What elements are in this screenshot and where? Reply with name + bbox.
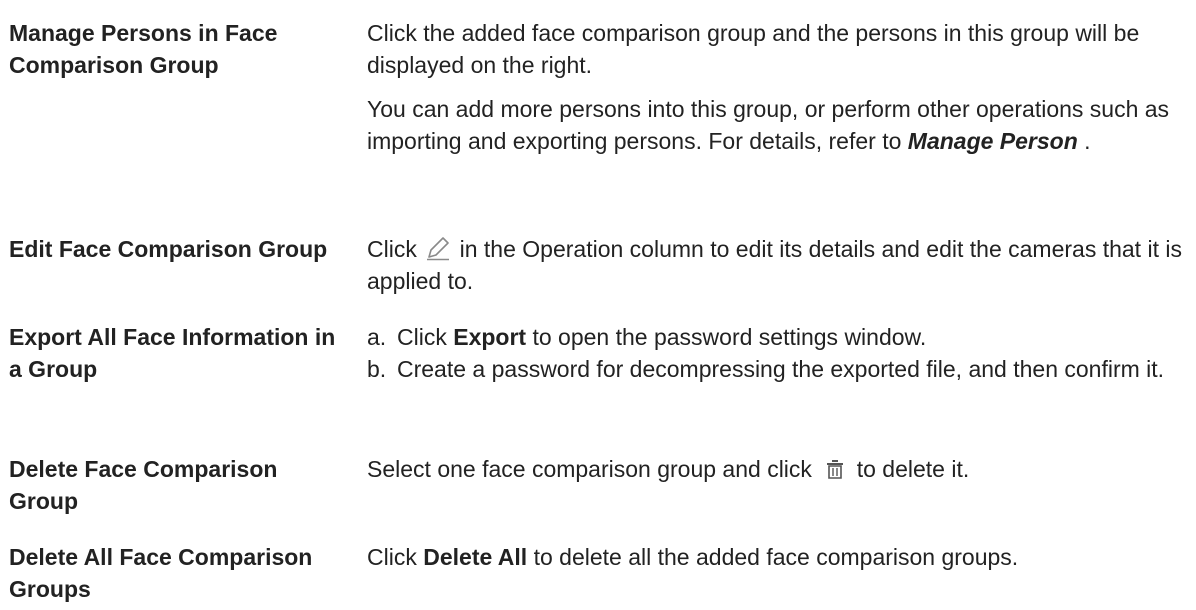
- delete-all-label: Delete All: [423, 544, 528, 570]
- paragraph-text: in the Operation column to edit its deta…: [367, 236, 1182, 294]
- step-marker: a.: [367, 324, 387, 350]
- paragraph-text: to delete it.: [850, 456, 970, 482]
- step-list: a. Click Export to open the password sett…: [367, 321, 1192, 385]
- trash-icon: [827, 459, 844, 479]
- desc-manage-persons: Click the added face comparison group an…: [367, 17, 1192, 157]
- paragraph: Click the added face comparison group an…: [367, 20, 1140, 78]
- step-item: b. Create a password for decompressing th…: [367, 353, 1192, 385]
- step-text: Create a password for decompressing the …: [397, 356, 1165, 382]
- desc-delete-group: Select one face comparison group and cli…: [367, 453, 1192, 485]
- export-label: Export: [453, 324, 527, 350]
- desc-delete-all: Click Delete All to delete all the added…: [367, 541, 1192, 573]
- term-edit-group: Edit Face Comparison Group: [9, 236, 328, 262]
- step-marker: b.: [367, 356, 387, 382]
- step-item: a. Click Export to open the password sett…: [367, 321, 1192, 353]
- term-manage-persons: Manage Persons in Face Comparison Group: [9, 20, 278, 78]
- desc-export-faces: a. Click Export to open the password sett…: [367, 321, 1192, 385]
- term-delete-all: Delete All Face Comparison Groups: [9, 544, 313, 602]
- desc-edit-group: Click in the Operation column to edit it…: [367, 233, 1192, 297]
- paragraph-text: Click: [367, 236, 424, 262]
- paragraph: You can add more persons into this group…: [367, 93, 1192, 157]
- paragraph-text: Select one face comparison group and cli…: [367, 456, 819, 482]
- term-export-faces: Export All Face Information in a Group: [9, 324, 336, 382]
- definition-table: Manage Persons in Face Comparison Group …: [0, 0, 1196, 610]
- step-text: Click: [397, 324, 454, 350]
- pencil-icon: [427, 237, 450, 261]
- paragraph: Click Delete All to delete all the added…: [367, 541, 1192, 573]
- paragraph-text: Click: [367, 544, 424, 570]
- paragraph: Click in the Operation column to edit it…: [367, 233, 1192, 297]
- manage-person-link[interactable]: Manage Person: [908, 128, 1078, 154]
- paragraph-text: to delete all the added face comparison …: [527, 544, 1019, 570]
- paragraph: Select one face comparison group and cli…: [367, 453, 1192, 485]
- paragraph-end: .: [1077, 128, 1091, 154]
- term-delete-group: Delete Face Comparison Group: [9, 456, 278, 514]
- step-text: to open the password settings window.: [526, 324, 927, 350]
